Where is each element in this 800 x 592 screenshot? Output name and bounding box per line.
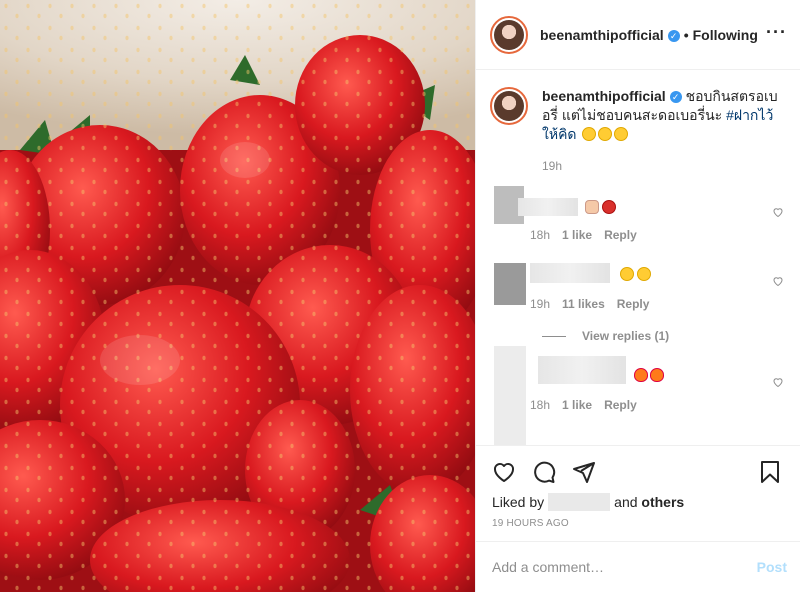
reply-button[interactable]: Reply [617,297,650,311]
comment-likes[interactable]: 1 like [562,398,592,412]
smiling-emoji-icon [614,127,629,141]
avatar-image [494,19,524,50]
caption-text: beenamthipofficial ✓ ชอบกินสตรอเบอรี่ แต่… [542,87,787,144]
comment-text-redacted [518,198,578,216]
verified-icon: ✓ [667,29,680,42]
post-header: beenamthipofficial ✓ • Following ··· [476,0,800,70]
fire-emoji-icon [634,368,648,382]
fist-emoji-icon [585,200,599,214]
liked-by-user-redacted[interactable] [548,493,611,511]
caption-time[interactable]: 19h [542,159,562,173]
heart-icon[interactable] [492,460,516,484]
avatar[interactable] [494,263,526,305]
post-sidebar: beenamthipofficial ✓ • Following ··· beenam… [475,0,800,592]
bookmark-icon[interactable] [758,460,782,484]
grinning-emoji-icon [598,127,613,141]
rolling-eyes-emoji-icon [582,127,597,141]
comment-time[interactable]: 18h [530,398,550,412]
comment-heart-icon[interactable] [772,376,784,388]
liked-by-and: and [614,494,638,510]
caption-username[interactable]: beenamthipofficial [542,88,666,104]
avatar[interactable] [494,346,526,445]
separator-dot: • [683,26,689,43]
view-replies-button[interactable]: View replies (1) [542,329,669,343]
caption-avatar[interactable] [490,87,528,125]
caption: beenamthipofficial ✓ ชอบกินสตรอเบอรี่ แต่… [490,87,787,144]
fire-emoji-icon [650,368,664,382]
comment-text-redacted [538,356,626,384]
comment-heart-icon[interactable] [772,275,784,287]
comment-time[interactable]: 18h [530,228,550,242]
add-comment-bar: Post [476,541,800,592]
more-icon[interactable]: ··· [766,23,787,41]
laughing-emoji-icon [620,267,634,281]
strawberries-image [0,0,475,592]
username-link[interactable]: beenamthipofficial [540,27,664,43]
comment-likes[interactable]: 11 likes [562,297,605,311]
post-timestamp[interactable]: 19 HOURS AGO [492,518,569,529]
share-icon[interactable] [572,460,596,484]
comment-text-redacted [530,263,610,283]
following-button[interactable]: Following [693,27,758,43]
comment-meta: 18h 1 like Reply [530,228,649,242]
comments-section[interactable]: beenamthipofficial ✓ ชอบกินสตรอเบอรี่ แต่… [476,71,800,445]
reply-button[interactable]: Reply [604,398,637,412]
comment-icon[interactable] [532,460,556,484]
liked-by-others-link[interactable]: others [641,494,684,510]
liked-by-prefix: Liked by [492,494,545,510]
comment-likes[interactable]: 1 like [562,228,592,242]
avatar-image [494,91,524,121]
reply-button[interactable]: Reply [604,228,637,242]
comment-meta: 19h 11 likes Reply [530,297,661,311]
liked-by: Liked by and others [492,493,684,511]
comment-meta: 18h 1 like Reply [530,398,649,412]
header-user-line: beenamthipofficial ✓ • Following [540,27,758,43]
comment-time[interactable]: 19h [530,297,550,311]
winking-emoji-icon [637,267,651,281]
post-photo[interactable] [0,0,475,592]
comment-heart-icon[interactable] [772,206,784,218]
instagram-post: beenamthipofficial ✓ • Following ··· beenam… [0,0,800,592]
verified-icon: ✓ [669,91,682,103]
avatar[interactable] [490,15,528,54]
devil-emoji-icon [602,200,616,214]
view-replies-label: View replies (1) [582,329,670,343]
reply-line-divider [542,335,566,337]
comment-input[interactable] [492,559,757,575]
post-actions: Liked by and others 19 HOURS AGO [476,445,800,541]
post-comment-button[interactable]: Post [757,559,787,575]
